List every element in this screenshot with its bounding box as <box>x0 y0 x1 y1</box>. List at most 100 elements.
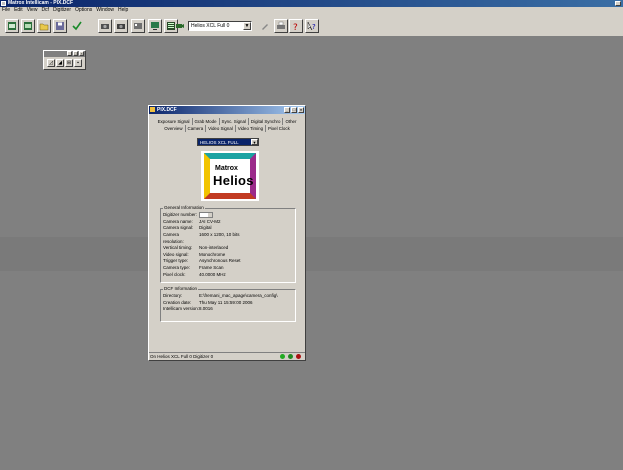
info-value: Non-interlaced <box>199 245 229 251</box>
video-camera-icon <box>176 24 184 28</box>
tab-overview[interactable]: Overview <box>162 125 186 132</box>
info-value: Digital <box>199 225 212 231</box>
help-button[interactable]: ? <box>289 19 303 33</box>
palette-tool-1[interactable]: ◿ <box>47 59 55 67</box>
display-button[interactable] <box>148 19 162 33</box>
board-icon <box>134 23 142 29</box>
status-bar: On Helios XCL Full 0 Digitizer 0 <box>149 352 305 360</box>
toolbar: Helios XCL Full 0 ▼ ? ? <box>0 14 623 37</box>
info-value: 8.0016 <box>199 306 213 312</box>
menu-view[interactable]: View <box>27 7 38 14</box>
dcf-title: PIX.DCF <box>157 107 177 113</box>
context-help-button[interactable]: ? <box>305 19 319 33</box>
app-title: Matrox Intellicam - PIX.DCF <box>8 0 74 6</box>
general-info-group: General Information Digitizer number: Ca… <box>160 205 296 283</box>
open-folder-button[interactable] <box>37 19 51 33</box>
menu-dcf[interactable]: Dcf <box>41 7 49 14</box>
info-value: E:\fremani_mac_apage\camera_config\ <box>199 293 278 298</box>
minimize-button[interactable] <box>615 1 621 6</box>
app-icon[interactable] <box>1 1 6 6</box>
folder-icon <box>39 23 49 31</box>
palette-maximize-button[interactable]: □ <box>73 51 78 56</box>
pencil-icon <box>262 24 268 30</box>
palette-tool-4[interactable]: ▪ <box>74 59 82 67</box>
tab-video-timing[interactable]: Video Timing <box>236 125 267 132</box>
info-label: Digitizer number: <box>163 212 198 217</box>
grab-button[interactable] <box>98 19 112 33</box>
menu-digitizer[interactable]: Digitizer <box>53 7 71 14</box>
chevron-down-icon[interactable]: ▼ <box>243 22 251 30</box>
check-button[interactable] <box>70 19 84 33</box>
tab-pixel-clock[interactable]: Pixel Clock <box>266 125 292 132</box>
info-label: Camera type: <box>163 264 191 270</box>
tab-strip: Exposure Signal Grab Mode Sync. Signal D… <box>149 118 305 132</box>
tab-digital-synchro[interactable]: Digital Synchro <box>249 118 284 125</box>
info-value: Thu May 11 15:59:00 2006 <box>199 299 253 305</box>
digitizer-number-stepper[interactable] <box>199 212 213 218</box>
menu-help[interactable]: Help <box>118 7 128 14</box>
status-led-red <box>296 354 301 359</box>
info-label: Creation date: <box>163 299 192 305</box>
info-label: Directory: <box>163 293 183 298</box>
svg-text:?: ? <box>312 23 316 31</box>
new-icon <box>8 22 16 30</box>
info-row: Camera name: JAI CV-M2 <box>161 219 295 226</box>
menu-bar: File Edit View Dcf Digitizer Options Win… <box>0 7 623 14</box>
info-label: Intellicam version: <box>163 306 200 312</box>
info-label: Vertical timing: <box>163 245 193 251</box>
palette-close-button[interactable]: × <box>79 51 84 56</box>
palette-title-bar[interactable]: _ □ × <box>44 51 85 57</box>
chevron-down-icon[interactable]: ▼ <box>251 139 258 145</box>
digitizer-combo[interactable]: Helios XCL Full 0 ▼ <box>188 21 252 31</box>
grab-continuous-button[interactable] <box>114 19 128 33</box>
helios-logo: Matrox Helios <box>201 151 259 201</box>
dcf-window: PIX.DCF _ □ × Exposure Signal Grab Mode … <box>148 105 306 361</box>
tab-sync-signal[interactable]: Sync. Signal <box>220 118 249 125</box>
info-label: Camera signal: <box>163 225 194 231</box>
general-info-title: General Information <box>163 205 205 210</box>
dcf-maximize-button[interactable]: □ <box>291 107 297 113</box>
info-label: Trigger type: <box>163 258 189 264</box>
menu-edit[interactable]: Edit <box>14 7 23 14</box>
tab-camera[interactable]: Camera <box>186 125 207 132</box>
info-row: Directory: E:\fremani_mac_apage\camera_co… <box>161 293 295 300</box>
open-button[interactable] <box>21 19 35 33</box>
pencil-button[interactable] <box>258 19 272 33</box>
tab-grab-mode[interactable]: Grab Mode <box>193 118 220 125</box>
print-button[interactable] <box>274 19 288 33</box>
info-row: Camera type: Frame Scan <box>161 265 295 272</box>
dcf-close-button[interactable]: × <box>298 107 304 113</box>
info-value: Monochrome <box>199 251 226 257</box>
tab-exposure-signal[interactable]: Exposure Signal <box>156 118 193 125</box>
info-row: Pixel clock: 40.0000 MHz <box>161 272 295 279</box>
info-label: Camera resolution: <box>163 231 184 244</box>
new-button[interactable] <box>5 19 19 33</box>
dcf-minimize-button[interactable]: _ <box>284 107 290 113</box>
menu-file[interactable]: File <box>2 7 10 14</box>
digitizer-button[interactable] <box>131 19 145 33</box>
info-value: JAI CV-M2 <box>199 218 221 224</box>
menu-options[interactable]: Options <box>75 7 92 14</box>
tab-other[interactable]: Other <box>283 118 298 125</box>
tab-video-signal[interactable]: Video Signal <box>206 125 236 132</box>
logo-matrox-text: Matrox <box>215 165 238 172</box>
info-value: Asynchronous Reset <box>199 258 241 264</box>
palette-minimize-button[interactable]: _ <box>67 51 72 56</box>
board-select[interactable]: HELIOS XCL FULL ▼ <box>197 138 259 146</box>
dcf-title-bar[interactable]: PIX.DCF _ □ × <box>149 106 305 114</box>
dcf-info-title: DCF Information <box>163 286 199 291</box>
camera-continuous-icon <box>117 24 125 29</box>
info-row: Digitizer number: <box>161 212 295 219</box>
pointer-help-icon: ? <box>307 21 316 31</box>
menu-window[interactable]: Window <box>96 7 114 14</box>
save-button[interactable] <box>53 19 67 33</box>
info-label: Video signal: <box>163 251 189 257</box>
palette-tool-2[interactable]: ◢ <box>56 59 64 67</box>
info-row: Camera signal: Digital <box>161 225 295 232</box>
palette-tool-3[interactable]: ⊞ <box>65 59 73 67</box>
info-row: Intellicam version: 8.0016 <box>161 306 295 313</box>
tool-palette: _ □ × ◿ ◢ ⊞ ▪ <box>43 50 86 70</box>
status-led-green <box>280 354 285 359</box>
info-label: Pixel clock: <box>163 271 186 277</box>
camera-select-button[interactable] <box>173 19 187 33</box>
